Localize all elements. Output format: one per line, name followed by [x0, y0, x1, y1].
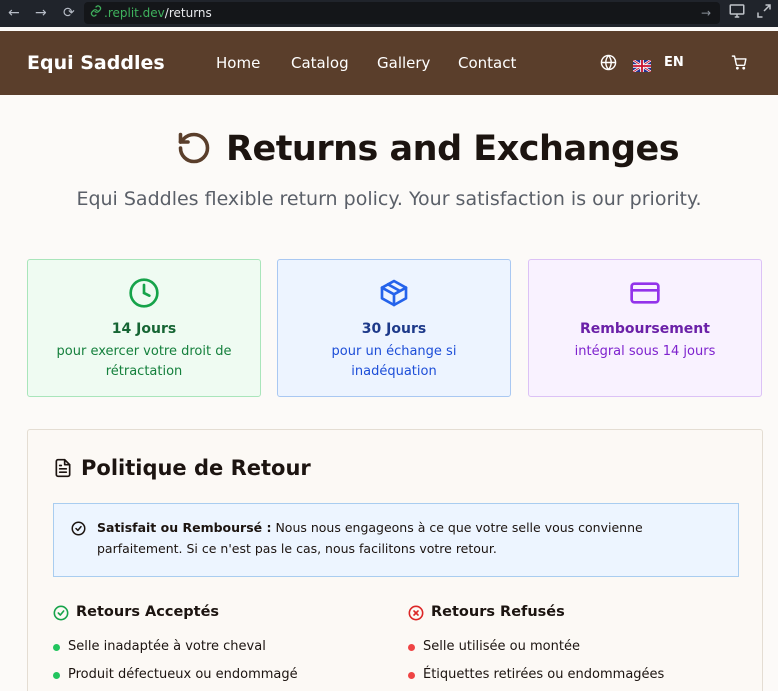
card-withdrawal: 14 Jours pour exercer votre droit de rét…	[27, 259, 261, 397]
browser-toolbar: ← → ⟳ .replit.dev/returns →	[0, 0, 778, 27]
device-icon[interactable]	[728, 2, 746, 24]
bullet	[53, 672, 60, 679]
list-item: Selle inadaptée à votre cheval	[68, 639, 266, 654]
page-title: Returns and Exchanges	[226, 129, 680, 169]
list-item: Étiquettes retirées ou endommagées	[423, 667, 665, 682]
cart-icon[interactable]	[731, 54, 748, 75]
nav-catalog[interactable]: Catalog	[291, 53, 349, 73]
notice-text: Satisfait ou Remboursé : Nous nous engag…	[97, 517, 727, 559]
document-icon	[53, 457, 73, 483]
page-subtitle: Equi Saddles flexible return policy. You…	[76, 188, 702, 210]
card-description: pour un échange si inadéquation	[331, 344, 457, 379]
x-circle-icon	[408, 605, 424, 625]
card-title: 14 Jours	[111, 321, 177, 337]
refused-returns-heading: Retours Refusés	[431, 604, 565, 620]
nav-home[interactable]: Home	[216, 53, 260, 73]
nav-contact[interactable]: Contact	[458, 53, 516, 73]
rotate-ccw-icon	[176, 130, 212, 170]
site-header: Equi Saddles Home Catalog Gallery Contac…	[0, 31, 778, 95]
bullet	[408, 644, 415, 651]
expand-icon[interactable]	[755, 2, 773, 24]
bullet	[408, 672, 415, 679]
card-description: intégral sous 14 jours	[574, 344, 716, 359]
notice-bold: Satisfait ou Remboursé :	[97, 520, 272, 535]
credit-card-icon	[529, 277, 761, 309]
brand-logo[interactable]: Equi Saddles	[27, 51, 165, 75]
check-circle-icon	[53, 605, 69, 625]
card-title: Remboursement	[580, 321, 710, 337]
guarantee-notice: Satisfait ou Remboursé : Nous nous engag…	[53, 503, 739, 577]
go-icon[interactable]: →	[701, 4, 711, 22]
language-selector[interactable]: EN	[664, 54, 684, 72]
address-text[interactable]: .replit.dev/returns	[104, 4, 212, 22]
check-circle-icon	[71, 521, 86, 540]
back-icon[interactable]: ←	[8, 4, 20, 22]
reload-icon[interactable]: ⟳	[63, 4, 75, 22]
package-icon	[278, 277, 510, 309]
bullet	[53, 644, 60, 651]
globe-icon[interactable]	[600, 54, 617, 75]
card-title: 30 Jours	[361, 321, 427, 337]
uk-flag-icon[interactable]	[632, 57, 652, 73]
card-refund: Remboursement intégral sous 14 jours	[528, 259, 762, 397]
return-policy-panel: Politique de Retour Satisfait ou Rembour…	[27, 429, 763, 691]
policy-title: Politique de Retour	[81, 456, 311, 480]
card-description: pour exercer votre droit de rétractation	[56, 344, 232, 379]
forward-icon[interactable]: →	[35, 4, 47, 22]
url-domain: .replit.dev	[104, 6, 165, 20]
url-path: /returns	[164, 6, 212, 20]
card-exchange: 30 Jours pour un échange si inadéquation	[277, 259, 511, 397]
list-item: Produit défectueux ou endommagé	[68, 667, 298, 682]
accepted-returns-heading: Retours Acceptés	[76, 604, 220, 620]
nav-gallery[interactable]: Gallery	[377, 53, 430, 73]
clock-icon	[28, 277, 260, 309]
list-item: Selle utilisée ou montée	[423, 639, 580, 654]
